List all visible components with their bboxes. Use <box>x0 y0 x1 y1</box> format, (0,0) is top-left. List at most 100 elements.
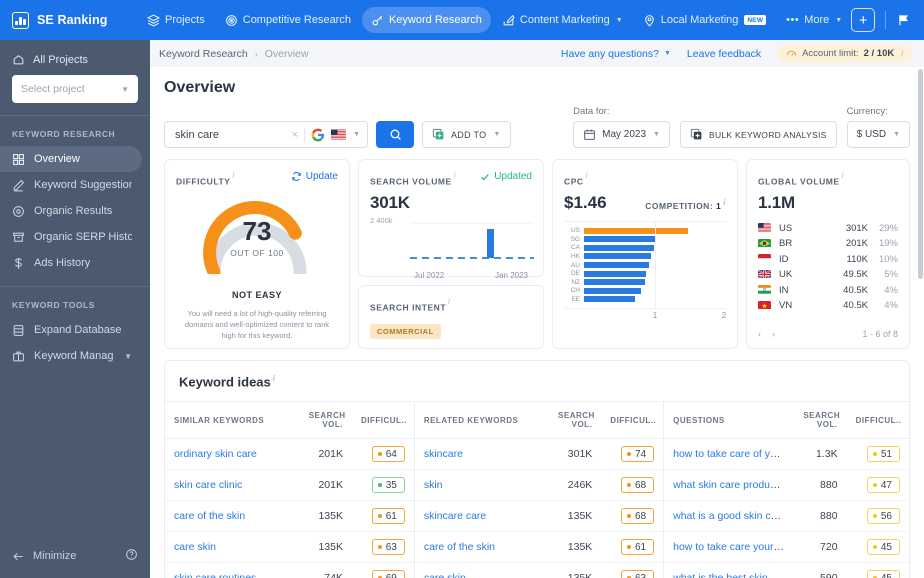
nav-item-local-marketing[interactable]: Local Marketing NEW <box>634 7 775 33</box>
keyword-link[interactable]: skin care routines <box>174 572 256 578</box>
info-icon[interactable]: i <box>586 171 588 180</box>
minimize-button[interactable]: Minimize <box>12 550 76 563</box>
keyword-link[interactable]: skin care clinic <box>174 479 242 491</box>
col-questions[interactable]: QUESTIONS <box>664 402 795 439</box>
us-flag-icon[interactable] <box>331 129 346 140</box>
keyword-link[interactable]: how to take care your sk... <box>673 541 794 553</box>
scrollbar-thumb[interactable] <box>918 69 923 279</box>
keyword-link[interactable]: skin <box>424 479 443 491</box>
question-difficulty-cell: 45 <box>847 532 909 563</box>
question-cell[interactable]: what is a good skin care ... <box>664 501 795 532</box>
keyword-link[interactable]: care skin <box>174 541 216 553</box>
col-similar-difficulty[interactable]: DIFFICUL.. <box>352 402 414 439</box>
bulk-keyword-analysis-button[interactable]: BULK KEYWORD ANALYSIS <box>680 121 837 148</box>
difficulty-verdict: NOT EASY <box>176 290 338 300</box>
chevron-down-icon[interactable]: ▼ <box>353 131 360 138</box>
related-keyword-cell[interactable]: skincare care <box>414 501 549 532</box>
info-icon[interactable]: i <box>232 171 234 180</box>
similar-keyword-cell[interactable]: care skin <box>165 532 300 563</box>
sidebar-item-keyword-suggestions[interactable]: Keyword Suggestions <box>0 172 142 198</box>
clear-icon[interactable]: × <box>292 129 298 141</box>
chevron-left-icon[interactable]: ‹ <box>758 329 761 339</box>
keyword-link[interactable]: care of the skin <box>174 510 245 522</box>
sidebar-item-ads-history[interactable]: Ads History <box>0 250 142 276</box>
similar-keyword-cell[interactable]: skin care routines <box>165 563 300 578</box>
layers-icon <box>147 14 160 27</box>
nav-item-competitive-research[interactable]: Competitive Research <box>216 7 360 33</box>
col-related-volume[interactable]: SEARCH VOL. <box>549 402 601 439</box>
col-similar-volume[interactable]: SEARCH VOL. <box>300 402 352 439</box>
sidebar-item-organic-serp-history[interactable]: Organic SERP History <box>0 224 142 250</box>
difficulty-description: You will need a lot of high-quality refe… <box>176 309 338 342</box>
search-intent-label: SEARCH INTENT <box>370 302 446 312</box>
page-scroll-region[interactable]: Overview × <box>150 67 924 578</box>
sidebar-item-organic-results[interactable]: Organic Results <box>0 198 142 224</box>
col-similar-keywords[interactable]: SIMILAR KEYWORDS <box>165 402 300 439</box>
keyword-link[interactable]: care skin <box>424 572 466 578</box>
info-icon[interactable]: i <box>901 49 903 58</box>
info-icon[interactable]: i <box>842 171 844 180</box>
info-icon[interactable]: i <box>273 374 275 383</box>
question-volume-cell: 1.3K <box>794 439 846 470</box>
related-keyword-cell[interactable]: skincare <box>414 439 549 470</box>
info-icon[interactable]: i <box>723 198 726 207</box>
country-code: CH <box>564 287 584 294</box>
similar-keyword-cell[interactable]: care of the skin <box>165 501 300 532</box>
sidebar-item-expand-database[interactable]: Expand Database <box>0 317 142 343</box>
related-keyword-cell[interactable]: skin <box>414 470 549 501</box>
info-icon[interactable]: i <box>454 171 456 180</box>
keyword-ideas-title-wrap: Keyword ideasi <box>165 361 909 401</box>
keyword-link[interactable]: care of the skin <box>424 541 495 553</box>
keyword-link[interactable]: what is the best skin car... <box>673 572 793 578</box>
question-cell[interactable]: how to take care your sk... <box>664 532 795 563</box>
nav-item-projects[interactable]: Projects <box>138 7 214 33</box>
question-cell[interactable]: what skin care products ... <box>664 470 795 501</box>
brand[interactable]: SE Ranking <box>12 12 138 29</box>
search-box[interactable]: × <box>164 121 368 148</box>
info-icon[interactable]: i <box>448 297 450 306</box>
chevron-right-icon[interactable]: › <box>772 329 775 339</box>
col-questions-volume[interactable]: SEARCH VOL. <box>794 402 846 439</box>
flag-icon[interactable] <box>896 12 912 28</box>
help-icon[interactable] <box>125 548 138 564</box>
cpc-bar <box>584 271 646 277</box>
question-cell[interactable]: how to take care of your... <box>664 439 795 470</box>
col-related-difficulty[interactable]: DIFFICUL.. <box>601 402 663 439</box>
data-for-select[interactable]: May 2023 ▼ <box>573 121 670 148</box>
related-keyword-cell[interactable]: care skin <box>414 563 549 578</box>
search-input[interactable] <box>175 129 286 141</box>
breadcrumb-parent[interactable]: Keyword Research <box>159 48 248 60</box>
global-volume-row: UK49.5K5% <box>758 267 898 283</box>
difficulty-dot <box>378 545 382 549</box>
nav-item-keyword-research[interactable]: Keyword Research <box>362 7 491 33</box>
google-icon[interactable] <box>311 128 325 142</box>
add-button[interactable]: + <box>851 8 875 32</box>
nav-item-content-marketing[interactable]: Content Marketing ▼ <box>493 7 632 33</box>
difficulty-chip: 64 <box>372 446 405 462</box>
have-questions-link[interactable]: Have any questions? ▼ <box>561 48 671 60</box>
currency-select[interactable]: $ USD ▼ <box>847 121 910 148</box>
sidebar-item-keyword-manager[interactable]: Keyword Manager ▼ <box>0 343 142 369</box>
related-keyword-cell[interactable]: care of the skin <box>414 532 549 563</box>
col-questions-difficulty[interactable]: DIFFICUL.. <box>847 402 909 439</box>
keyword-link[interactable]: skincare care <box>424 510 486 522</box>
sidebar-item-all-projects[interactable]: All Projects <box>12 50 138 75</box>
keyword-link[interactable]: what is a good skin care ... <box>673 510 794 522</box>
difficulty-chip: 51 <box>867 446 900 462</box>
update-button[interactable]: Update <box>291 171 338 182</box>
similar-keyword-cell[interactable]: ordinary skin care <box>165 439 300 470</box>
keyword-link[interactable]: ordinary skin care <box>174 448 257 460</box>
add-to-button[interactable]: ADD TO ▼ <box>422 121 511 148</box>
similar-keyword-cell[interactable]: skin care clinic <box>165 470 300 501</box>
nav-item-more[interactable]: ••• More ▼ <box>777 7 851 33</box>
leave-feedback-link[interactable]: Leave feedback <box>687 48 761 60</box>
keyword-link[interactable]: skincare <box>424 448 463 460</box>
search-button[interactable] <box>376 121 414 148</box>
col-related-keywords[interactable]: RELATED KEYWORDS <box>414 402 549 439</box>
question-cell[interactable]: what is the best skin car... <box>664 563 795 578</box>
keyword-link[interactable]: what skin care products ... <box>673 479 794 491</box>
project-select[interactable]: Select project ▼ <box>12 75 138 103</box>
sidebar-item-overview[interactable]: Overview <box>0 146 142 172</box>
keyword-link[interactable]: how to take care of your... <box>673 448 793 460</box>
account-limit-badge[interactable]: Account limit: 2 / 10K i <box>777 45 912 62</box>
